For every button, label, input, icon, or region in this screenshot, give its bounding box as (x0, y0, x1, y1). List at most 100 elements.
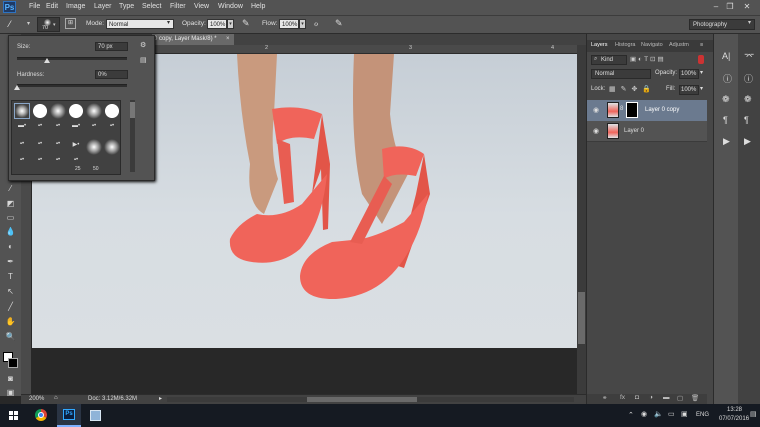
message-icon[interactable]: ▣ (681, 410, 688, 418)
hand-icon[interactable]: ✋ (5, 317, 16, 327)
lock-icons[interactable]: ▦✎✥🔒 (609, 85, 656, 93)
layer-filter-select[interactable]: ⌕ Kind (591, 55, 627, 65)
opacity-input[interactable]: 100% (207, 19, 227, 29)
brush-preset-picker[interactable]: 70 ▾ (37, 17, 60, 32)
layer-row-selected[interactable]: ◉ 8 Layer 0 copy (587, 100, 707, 121)
brush-preset-stroke[interactable]: ▪• (32, 141, 48, 157)
tab-navigator[interactable]: Navigato (641, 42, 663, 48)
menu-help[interactable]: Help (251, 3, 265, 10)
fx-icon[interactable]: fx (620, 394, 625, 401)
layer-opacity-input[interactable]: 100% (679, 69, 699, 79)
menu-select[interactable]: Select (142, 3, 161, 10)
share-icon[interactable]: ⌂ (54, 395, 58, 401)
workspace-select[interactable]: Photography (689, 19, 755, 30)
hardness-slider-thumb[interactable] (14, 85, 20, 90)
tool-preset-dropdown-icon[interactable]: ▾ (27, 20, 30, 27)
brush-preset-soft-round[interactable] (86, 103, 102, 119)
network-icon[interactable]: ◉ (641, 410, 647, 418)
actions-icon[interactable]: ▶ (744, 136, 751, 147)
brush-preset-stroke[interactable]: ▪• (32, 123, 48, 139)
menu-edit[interactable]: Edit (46, 3, 58, 10)
brush-preset-stroke[interactable]: ▪• (50, 123, 66, 139)
brush-preset-stroke[interactable]: ▪• (86, 123, 102, 139)
close-icon[interactable]: ✕ (741, 1, 753, 12)
layer-name[interactable]: Layer 0 (624, 128, 644, 134)
menu-window[interactable]: Window (218, 3, 243, 10)
layer-name[interactable]: Layer 0 copy (645, 107, 679, 113)
file-explorer-icon[interactable] (90, 410, 101, 421)
menu-image[interactable]: Image (66, 3, 85, 10)
menu-filter[interactable]: Filter (170, 3, 186, 10)
zoom-icon[interactable]: 🔍 (5, 332, 16, 342)
windows-start-icon[interactable] (9, 411, 18, 420)
info-icon[interactable]: ⓘ (723, 72, 732, 85)
adjustment-icon[interactable]: ◑ (649, 394, 653, 401)
clock-time[interactable]: 13:28 (727, 407, 742, 413)
folder-icon[interactable]: ▬ (663, 394, 670, 401)
blur-icon[interactable]: 💧 (5, 227, 16, 237)
show-hidden-icons-icon[interactable]: ⌃ (628, 411, 634, 419)
close-tab-icon[interactable]: × (226, 36, 230, 42)
taskbar-photoshop-active[interactable]: Ps (57, 404, 81, 427)
fill-input[interactable]: 100% (679, 85, 699, 95)
status-menu-icon[interactable]: ▸ (159, 395, 162, 402)
eye-icon[interactable]: ◉ (593, 127, 599, 135)
new-layer-icon[interactable]: ▢ (677, 394, 683, 402)
dodge-icon[interactable]: ◐ (5, 242, 16, 252)
mask-icon[interactable]: ◘ (635, 394, 639, 401)
filter-icons[interactable]: ▣◐T⊡▤ (630, 55, 666, 63)
layer-thumbnail[interactable] (607, 102, 619, 118)
blend-mode-select[interactable]: Normal (591, 69, 651, 79)
tab-layers[interactable]: Layers (591, 42, 608, 48)
flow-slider-toggle[interactable]: ▾ (299, 19, 306, 29)
flow-input[interactable]: 100% (279, 19, 299, 29)
panel-menu-icon[interactable]: ≡ (700, 42, 703, 48)
brush-preset-stroke[interactable]: ▪• (104, 123, 120, 139)
airbrush-icon[interactable]: ℴ (314, 18, 318, 29)
brush-preset-stroke[interactable]: ▶• (68, 141, 84, 157)
brush-preset-hard-round[interactable] (104, 103, 120, 119)
hardness-input[interactable]: 0% (95, 70, 128, 79)
layer-row[interactable]: ◉ Layer 0 (587, 121, 707, 142)
channels-icon[interactable]: ❁ (722, 94, 730, 105)
trash-icon[interactable]: 🗑 (691, 394, 699, 402)
brush-icon[interactable]: ⁄ (5, 184, 16, 194)
volume-icon[interactable]: 🔈 (654, 410, 663, 418)
opacity-slider-toggle[interactable]: ▾ (227, 19, 234, 29)
restore-icon[interactable]: ❐ (724, 1, 736, 12)
background-color-swatch[interactable] (8, 358, 18, 368)
size-input[interactable]: 70 px (95, 42, 128, 51)
brush-preset-stroke[interactable]: ▬• (14, 123, 30, 139)
actions-icon[interactable]: ▶ (723, 136, 730, 147)
brush-preset-stroke[interactable]: ▪• (50, 157, 66, 173)
brush-preset-grid[interactable]: ▬• ▪• ▪• ▬• ▪• ▪• ▪• ▪• ▪• ▶• ▪• ▪• ▪• ▪… (11, 100, 121, 175)
clock-date[interactable]: 07/07/2016 (719, 416, 749, 422)
brush-preset-soft-round[interactable] (86, 139, 102, 155)
brush-preset-stroke[interactable]: ▪• (50, 141, 66, 157)
chain-link-icon[interactable]: 8 (620, 106, 623, 112)
menu-layer[interactable]: Layer (94, 3, 112, 10)
menu-file[interactable]: File (29, 3, 40, 10)
menu-view[interactable]: View (194, 3, 209, 10)
brush-preset-soft-round[interactable] (104, 139, 120, 155)
size-slider[interactable] (17, 57, 127, 60)
link-icon[interactable]: ⚭ (602, 394, 607, 402)
language-indicator[interactable]: ENG (696, 412, 709, 418)
color-icon[interactable]: ❁ (744, 94, 752, 105)
zoom-level[interactable]: 200% (29, 396, 44, 402)
document-tab[interactable]: 0 copy, Layer Mask/8) * (152, 34, 234, 45)
paragraph-icon[interactable]: ¶ (744, 115, 749, 125)
path-selection-icon[interactable]: ↖ (5, 287, 16, 297)
minimize-icon[interactable]: – (710, 1, 722, 12)
brush-settings-icon[interactable]: ⌤ (744, 51, 754, 62)
brush-preset-soft-round[interactable] (50, 103, 66, 119)
character-icon[interactable]: A| (722, 51, 730, 61)
filter-toggle-icon[interactable] (698, 55, 704, 64)
eye-icon[interactable]: ◉ (593, 106, 599, 114)
paragraph-icon[interactable]: ¶ (723, 115, 728, 125)
brush-preset-hard-round[interactable] (32, 103, 48, 119)
brush-preset-stroke[interactable]: ▪• (32, 157, 48, 173)
vertical-scrollbar-thumb[interactable] (578, 292, 585, 344)
type-tool-icon[interactable]: T (5, 272, 16, 282)
layer-thumbnail[interactable] (607, 123, 619, 139)
